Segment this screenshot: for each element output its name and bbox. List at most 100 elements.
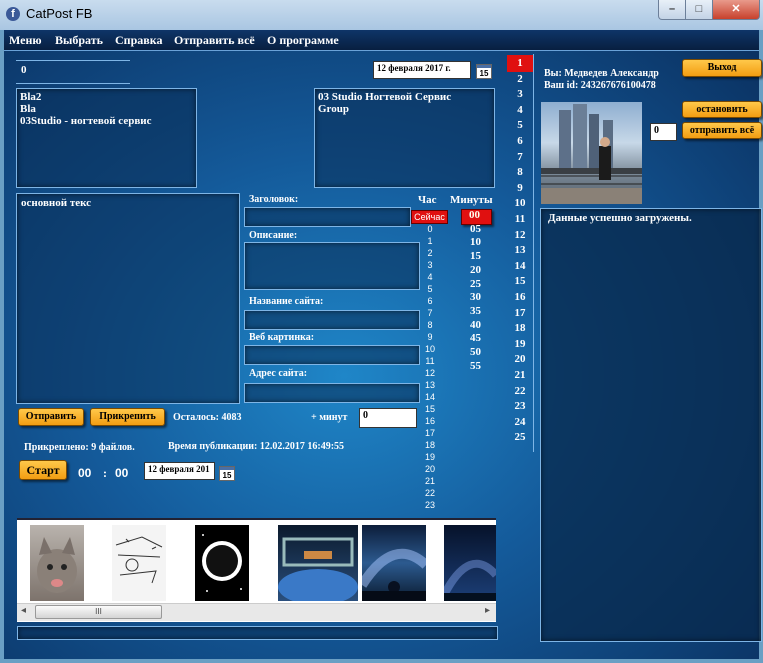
minute-option[interactable]: 25 bbox=[470, 278, 481, 290]
date-picker-bottom[interactable]: 12 февраля 201 bbox=[144, 462, 215, 480]
minute-option[interactable]: 30 bbox=[470, 291, 481, 303]
hour-option[interactable]: 20 bbox=[423, 464, 437, 474]
hour-option[interactable]: 8 bbox=[423, 320, 437, 330]
day-option[interactable]: 25 bbox=[507, 431, 533, 443]
day-option[interactable]: 9 bbox=[507, 182, 533, 194]
day-option[interactable]: 8 bbox=[507, 166, 533, 178]
description-input[interactable] bbox=[244, 242, 420, 290]
group-item[interactable]: 03 Studio Ногтевой Сервис bbox=[318, 91, 451, 103]
scroll-left-arrow[interactable]: ◂ bbox=[21, 605, 26, 616]
day-option[interactable]: 7 bbox=[507, 151, 533, 163]
image-thumb-cat[interactable] bbox=[30, 525, 84, 601]
minimize-button[interactable]: – bbox=[658, 0, 686, 20]
hour-option[interactable]: 16 bbox=[423, 416, 437, 426]
day-option[interactable]: 16 bbox=[507, 291, 533, 303]
hour-option[interactable]: 1 bbox=[423, 236, 437, 246]
day-option[interactable]: 22 bbox=[507, 385, 533, 397]
stop-button[interactable]: остановить bbox=[682, 101, 762, 118]
hour-option[interactable]: 6 bbox=[423, 296, 437, 306]
hour-option[interactable]: 13 bbox=[423, 380, 437, 390]
day-option[interactable]: 18 bbox=[507, 322, 533, 334]
hour-option[interactable]: 23 bbox=[423, 500, 437, 510]
send-button[interactable]: Отправить bbox=[18, 408, 84, 426]
site-address-input[interactable] bbox=[244, 383, 420, 403]
hour-option[interactable]: 15 bbox=[423, 404, 437, 414]
minute-option[interactable]: 15 bbox=[470, 250, 481, 262]
day-option[interactable]: 10 bbox=[507, 197, 533, 209]
day-option[interactable]: 20 bbox=[507, 353, 533, 365]
hour-option[interactable]: 12 bbox=[423, 368, 437, 378]
menu-item-menu[interactable]: Меню bbox=[9, 33, 42, 48]
hour-option[interactable]: 2 bbox=[423, 248, 437, 258]
day-option[interactable]: 13 bbox=[507, 244, 533, 256]
day-option[interactable]: 3 bbox=[507, 88, 533, 100]
image-thumb-sketch[interactable] bbox=[112, 525, 166, 601]
status-log[interactable] bbox=[540, 208, 762, 642]
hour-option[interactable]: 22 bbox=[423, 488, 437, 498]
hour-option[interactable]: 11 bbox=[423, 356, 437, 366]
hour-option[interactable]: 10 bbox=[423, 344, 437, 354]
day-option[interactable]: 17 bbox=[507, 307, 533, 319]
plus-minutes-input[interactable]: 0 bbox=[359, 408, 417, 428]
exit-button[interactable]: Выход bbox=[682, 59, 762, 77]
minute-option[interactable]: 10 bbox=[470, 236, 481, 248]
menu-item-about[interactable]: О программе bbox=[267, 33, 339, 48]
start-button[interactable]: Старт bbox=[19, 460, 67, 480]
day-option[interactable]: 2 bbox=[507, 73, 533, 85]
hour-option[interactable]: 19 bbox=[423, 452, 437, 462]
menu-item-select[interactable]: Выбрать bbox=[55, 33, 103, 48]
menu-item-send-all[interactable]: Отправить всё bbox=[174, 33, 255, 48]
minute-option[interactable]: 05 bbox=[470, 223, 481, 235]
calendar-icon[interactable]: 15 bbox=[219, 466, 235, 481]
hour-option[interactable]: 3 bbox=[423, 260, 437, 270]
group-item[interactable]: Bla bbox=[20, 103, 151, 115]
scroll-thumb[interactable]: III bbox=[35, 605, 162, 619]
minute-option[interactable]: 45 bbox=[470, 332, 481, 344]
main-text-area[interactable] bbox=[16, 193, 240, 404]
day-option[interactable]: 12 bbox=[507, 229, 533, 241]
minute-option[interactable]: 50 bbox=[470, 346, 481, 358]
web-image-input[interactable] bbox=[244, 345, 420, 365]
scroll-right-arrow[interactable]: ▸ bbox=[485, 605, 490, 616]
hour-option[interactable]: 0 bbox=[423, 224, 437, 234]
hour-option[interactable]: 21 bbox=[423, 476, 437, 486]
hour-option[interactable]: 5 bbox=[423, 284, 437, 294]
day-option[interactable]: 21 bbox=[507, 369, 533, 381]
minute-option[interactable]: 55 bbox=[470, 360, 481, 372]
day-option[interactable]: 24 bbox=[507, 416, 533, 428]
hour-option[interactable]: 4 bbox=[423, 272, 437, 282]
day-option[interactable]: 23 bbox=[507, 400, 533, 412]
day-option[interactable]: 4 bbox=[507, 104, 533, 116]
title-input[interactable] bbox=[244, 207, 411, 227]
minute-option[interactable]: 20 bbox=[470, 264, 481, 276]
minute-option[interactable]: 00 bbox=[469, 209, 480, 221]
group-item[interactable]: Group bbox=[318, 103, 451, 115]
day-option[interactable]: 19 bbox=[507, 338, 533, 350]
menu-item-help[interactable]: Справка bbox=[115, 33, 162, 48]
day-option[interactable]: 6 bbox=[507, 135, 533, 147]
hour-option[interactable]: 17 bbox=[423, 428, 437, 438]
day-option[interactable]: 11 bbox=[507, 213, 533, 225]
hour-option[interactable]: 18 bbox=[423, 440, 437, 450]
image-thumb-iss-earth[interactable] bbox=[278, 525, 358, 605]
send-all-button[interactable]: отправить всё bbox=[682, 122, 762, 139]
maximize-button[interactable]: □ bbox=[685, 0, 713, 20]
day-option[interactable]: 15 bbox=[507, 275, 533, 287]
minute-option[interactable]: 35 bbox=[470, 305, 481, 317]
day-option[interactable]: 5 bbox=[507, 119, 533, 131]
site-name-input[interactable] bbox=[244, 310, 420, 330]
close-button[interactable]: ✕ bbox=[712, 0, 760, 20]
calendar-icon[interactable]: 15 bbox=[476, 64, 492, 79]
date-picker-top[interactable]: 12 февраля 2017 г. bbox=[373, 61, 471, 79]
image-thumb-milky-way[interactable] bbox=[357, 525, 430, 601]
send-counter[interactable]: 0 bbox=[650, 123, 677, 141]
group-item[interactable]: Bla2 bbox=[20, 91, 151, 103]
now-button[interactable]: Сейчас bbox=[411, 210, 448, 224]
attach-button[interactable]: Прикрепить bbox=[90, 408, 165, 426]
group-item[interactable]: 03Studio - ногтевой сервис bbox=[20, 115, 151, 127]
hour-option[interactable]: 9 bbox=[423, 332, 437, 342]
day-option[interactable]: 1 bbox=[507, 57, 533, 69]
image-thumb-night-sky[interactable] bbox=[440, 525, 500, 601]
hour-option[interactable]: 7 bbox=[423, 308, 437, 318]
minute-option[interactable]: 40 bbox=[470, 319, 481, 331]
